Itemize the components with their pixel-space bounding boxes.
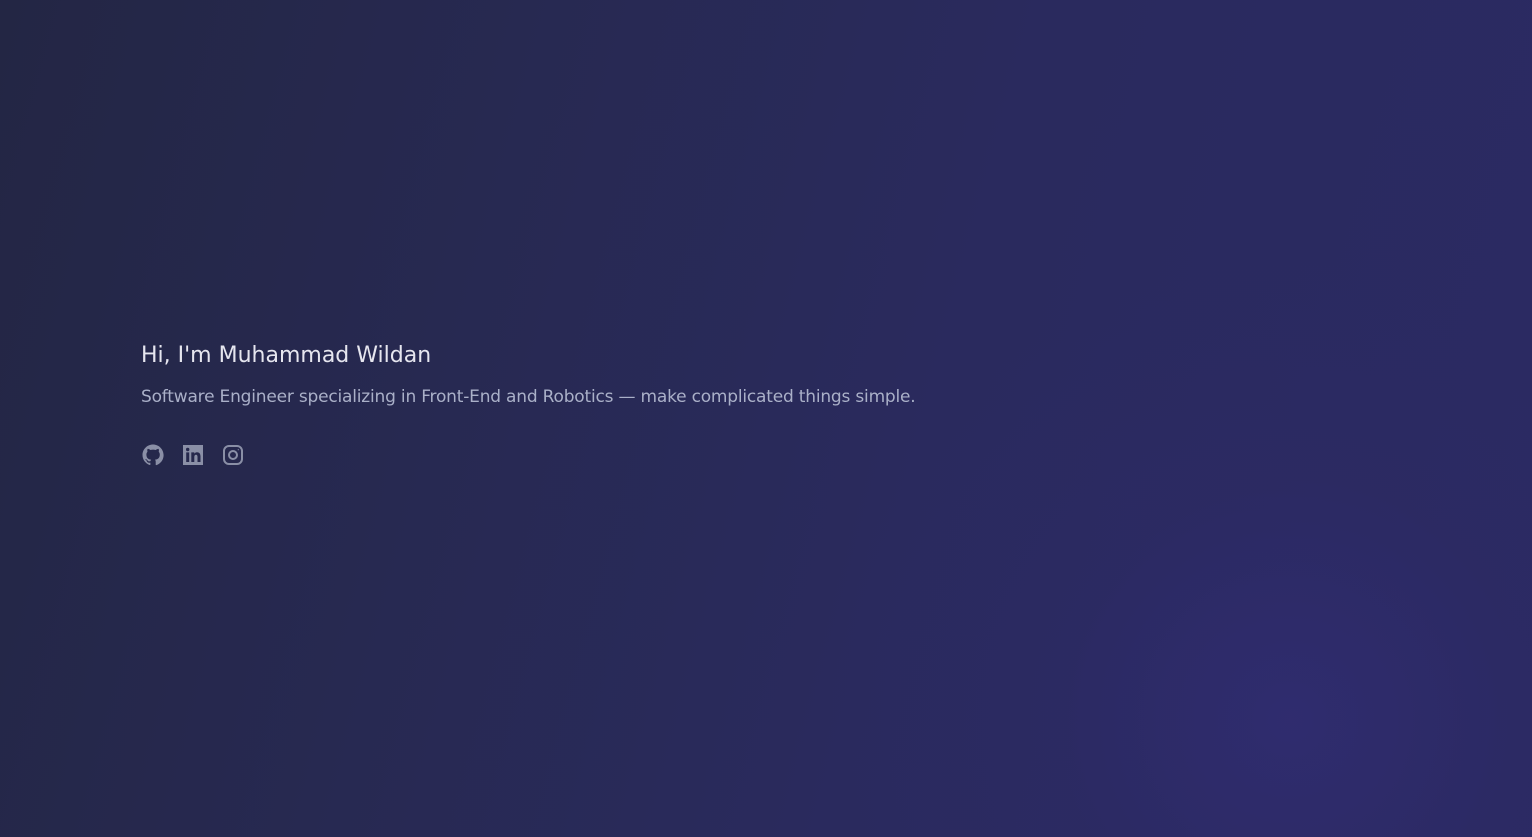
instagram-link[interactable] [221, 443, 245, 467]
hero-title: Hi, I'm Muhammad Wildan [141, 343, 432, 368]
linkedin-link[interactable] [181, 443, 205, 467]
instagram-icon [221, 443, 245, 467]
github-link[interactable] [141, 443, 165, 467]
github-icon [141, 443, 165, 467]
linkedin-icon [181, 443, 205, 467]
social-links [141, 443, 916, 467]
hero-subtitle: Software Engineer specializing in Front-… [141, 387, 916, 407]
hero-section: Hi, I'm Muhammad Wildan Software Enginee… [141, 338, 916, 467]
